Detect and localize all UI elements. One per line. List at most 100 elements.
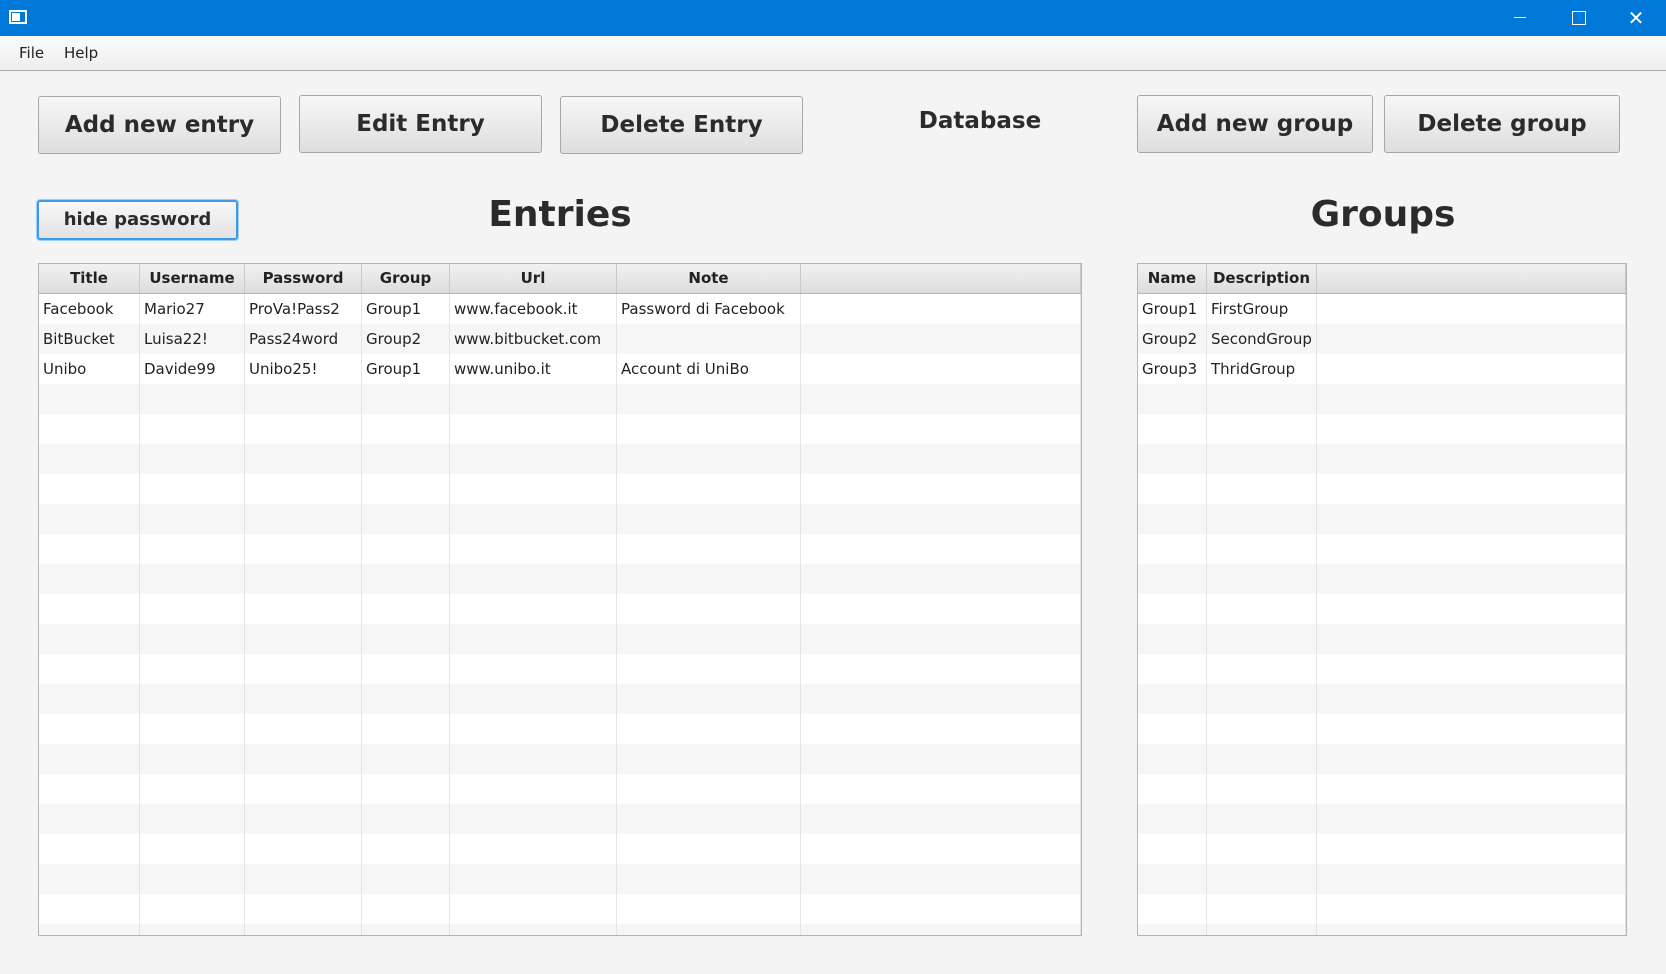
- table-cell: ProVa!Pass2: [245, 294, 362, 324]
- delete-entry-button[interactable]: Delete Entry: [560, 96, 803, 154]
- table-cell: [362, 834, 450, 864]
- table-row[interactable]: [1138, 384, 1626, 414]
- table-row[interactable]: Group2 SecondGroup: [1138, 324, 1626, 354]
- table-cell: [39, 534, 140, 564]
- table-cell: [1138, 444, 1207, 474]
- add-group-button[interactable]: Add new group: [1137, 95, 1373, 153]
- table-row[interactable]: [1138, 864, 1626, 894]
- table-cell: Group2: [1138, 324, 1207, 354]
- table-cell: [140, 564, 245, 594]
- table-row[interactable]: [1138, 534, 1626, 564]
- table-row[interactable]: [1138, 414, 1626, 444]
- groups-table-header: Name Description: [1138, 264, 1626, 294]
- table-cell: [450, 534, 617, 564]
- table-row[interactable]: Unibo Davide99 Unibo25! Group1 www.unibo.it A…: [39, 354, 1081, 384]
- table-row[interactable]: [39, 864, 1081, 894]
- table-row[interactable]: Group1 FirstGroup: [1138, 294, 1626, 324]
- table-row[interactable]: [39, 684, 1081, 714]
- table-row[interactable]: [39, 774, 1081, 804]
- table-cell: [450, 624, 617, 654]
- table-row[interactable]: [1138, 654, 1626, 684]
- maximize-button[interactable]: [1549, 0, 1607, 36]
- menu-file[interactable]: File: [9, 36, 54, 70]
- column-header[interactable]: Password: [245, 264, 362, 293]
- add-entry-button[interactable]: Add new entry: [38, 96, 281, 154]
- table-cell: [450, 774, 617, 804]
- table-cell: [801, 414, 1081, 444]
- menu-help[interactable]: Help: [54, 36, 108, 70]
- minimize-button[interactable]: [1491, 0, 1549, 36]
- table-row[interactable]: Group3 ThridGroup: [1138, 354, 1626, 384]
- table-cell: [1207, 924, 1317, 935]
- table-row[interactable]: [39, 834, 1081, 864]
- table-row[interactable]: [39, 924, 1081, 935]
- column-header[interactable]: Note: [617, 264, 801, 293]
- table-row[interactable]: [39, 534, 1081, 564]
- table-cell: [450, 564, 617, 594]
- column-header[interactable]: Url: [450, 264, 617, 293]
- table-cell: [617, 444, 801, 474]
- entries-table-body[interactable]: Facebook Mario27 ProVa!Pass2 Group1 www.face…: [39, 294, 1081, 935]
- table-row[interactable]: [1138, 624, 1626, 654]
- table-cell: www.unibo.it: [450, 354, 617, 384]
- table-cell: [140, 594, 245, 624]
- table-row[interactable]: [1138, 744, 1626, 774]
- table-cell: [450, 834, 617, 864]
- groups-table-body[interactable]: Group1 FirstGroup Group2 SecondGroup Group3 T…: [1138, 294, 1626, 935]
- table-cell: [39, 864, 140, 894]
- table-row[interactable]: [39, 444, 1081, 474]
- table-cell: [450, 714, 617, 744]
- table-cell: [1207, 714, 1317, 744]
- table-row[interactable]: [1138, 804, 1626, 834]
- table-cell: [801, 684, 1081, 714]
- table-cell: [801, 624, 1081, 654]
- table-row[interactable]: [1138, 714, 1626, 744]
- table-row[interactable]: [1138, 894, 1626, 924]
- table-row[interactable]: [39, 804, 1081, 834]
- table-row[interactable]: Facebook Mario27 ProVa!Pass2 Group1 www.face…: [39, 294, 1081, 324]
- table-row[interactable]: [1138, 834, 1626, 864]
- edit-entry-button[interactable]: Edit Entry: [299, 95, 542, 153]
- groups-table[interactable]: Name Description Group1 FirstGroup Group2 Se…: [1137, 263, 1627, 936]
- table-row[interactable]: [1138, 564, 1626, 594]
- column-header[interactable]: Description: [1207, 264, 1317, 293]
- table-cell: [39, 714, 140, 744]
- table-row[interactable]: BitBucket Luisa22! Pass24word Group2 www.bit…: [39, 324, 1081, 354]
- table-cell: [1138, 384, 1207, 414]
- column-header[interactable]: Title: [39, 264, 140, 293]
- column-header[interactable]: [801, 264, 1081, 293]
- table-row[interactable]: [1138, 774, 1626, 804]
- table-row[interactable]: [39, 744, 1081, 774]
- table-row[interactable]: [39, 474, 1081, 504]
- table-cell: [450, 474, 617, 504]
- table-cell: [1138, 834, 1207, 864]
- table-row[interactable]: [39, 504, 1081, 534]
- table-row[interactable]: [39, 714, 1081, 744]
- table-row[interactable]: [1138, 684, 1626, 714]
- column-header[interactable]: Name: [1138, 264, 1207, 293]
- table-row[interactable]: [1138, 474, 1626, 504]
- delete-group-button[interactable]: Delete group: [1384, 95, 1620, 153]
- table-row[interactable]: [39, 654, 1081, 684]
- table-cell: [1207, 774, 1317, 804]
- table-row[interactable]: [1138, 444, 1626, 474]
- table-row[interactable]: [39, 384, 1081, 414]
- hide-password-button[interactable]: hide password: [37, 200, 238, 240]
- column-header[interactable]: [1317, 264, 1626, 293]
- entries-table[interactable]: Title Username Password Group Url Note Facebo…: [38, 263, 1082, 936]
- column-header[interactable]: Username: [140, 264, 245, 293]
- table-cell: [617, 654, 801, 684]
- column-header[interactable]: Group: [362, 264, 450, 293]
- table-row[interactable]: [1138, 924, 1626, 935]
- table-cell: [617, 324, 801, 354]
- table-row[interactable]: [39, 894, 1081, 924]
- table-row[interactable]: [39, 414, 1081, 444]
- table-row[interactable]: [1138, 504, 1626, 534]
- table-cell: [1317, 384, 1626, 414]
- table-row[interactable]: [39, 624, 1081, 654]
- table-row[interactable]: [39, 564, 1081, 594]
- table-cell: [801, 294, 1081, 324]
- close-button[interactable]: ✕: [1607, 0, 1665, 36]
- table-row[interactable]: [39, 594, 1081, 624]
- table-row[interactable]: [1138, 594, 1626, 624]
